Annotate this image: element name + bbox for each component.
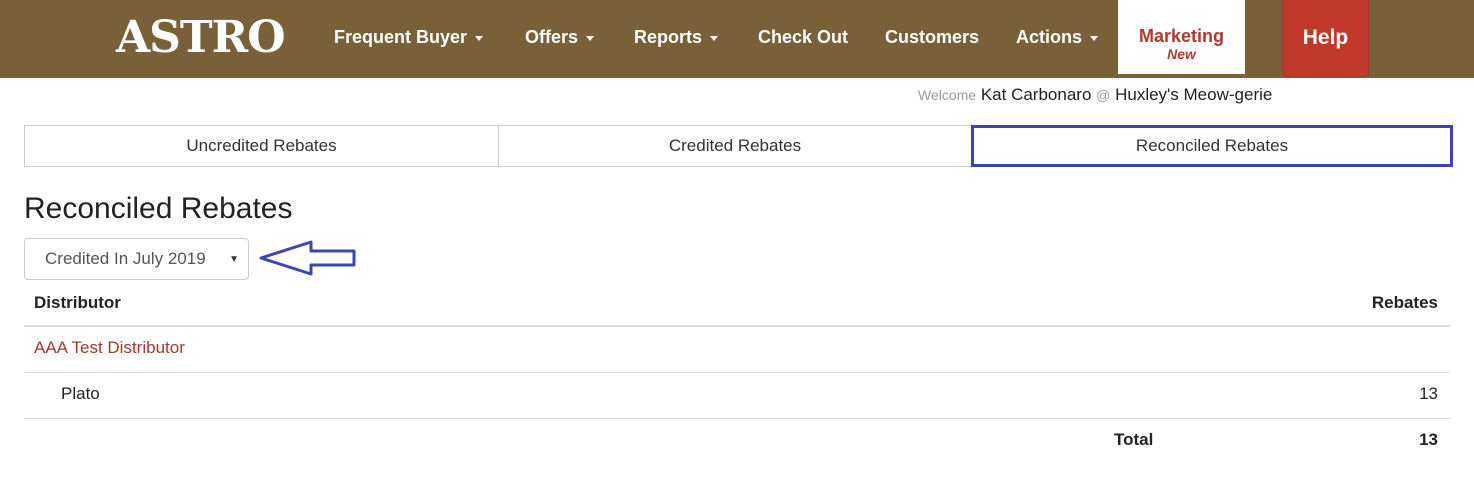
left-arrow-annotation-icon <box>259 240 356 276</box>
nav-reports[interactable]: Reports <box>634 26 719 48</box>
nav-frequent-buyer[interactable]: Frequent Buyer <box>334 26 484 48</box>
caret-down-icon <box>475 35 484 41</box>
distributor-link[interactable]: AAA Test Distributor <box>34 338 185 358</box>
header-divider <box>24 325 1450 327</box>
row-divider <box>24 418 1450 419</box>
total-label: Total <box>1114 430 1154 449</box>
nav-reports-label: Reports <box>634 27 703 47</box>
welcome-at: @ <box>1096 87 1111 103</box>
nav-frequent-buyer-label: Frequent Buyer <box>334 27 468 47</box>
nav-customers[interactable]: Customers <box>885 26 979 48</box>
tab-uncredited-rebates[interactable]: Uncredited Rebates <box>24 125 499 167</box>
caret-down-icon <box>586 35 595 41</box>
header-distributor: Distributor <box>34 293 121 312</box>
welcome-line: Welcome Kat Carbonaro @ Huxley's Meow-ge… <box>918 85 1272 105</box>
nav-offers[interactable]: Offers <box>525 26 595 48</box>
rebate-tabs: Uncredited Rebates Credited Rebates Reco… <box>24 125 1453 167</box>
credited-month-select[interactable]: Credited In July 2019 ▼ <box>24 238 249 280</box>
total-value: 13 <box>1419 430 1438 449</box>
tab-reconciled-rebates[interactable]: Reconciled Rebates <box>971 125 1453 167</box>
welcome-user: Kat Carbonaro <box>980 85 1092 104</box>
table-row-name: Plato <box>61 384 100 403</box>
astro-logo[interactable]: ASTRO <box>116 14 286 62</box>
nav-marketing[interactable]: Marketing New <box>1118 0 1245 74</box>
row-divider <box>24 372 1450 373</box>
nav-check-out[interactable]: Check Out <box>758 26 848 48</box>
nav-actions[interactable]: Actions <box>1016 26 1099 48</box>
caret-down-icon <box>1090 35 1099 41</box>
table-row-rebates: 13 <box>1419 384 1438 403</box>
tab-credited-rebates[interactable]: Credited Rebates <box>498 125 972 167</box>
nav-check-out-label: Check Out <box>758 27 849 47</box>
welcome-store: Huxley's Meow-gerie <box>1115 85 1273 104</box>
header-rebates: Rebates <box>1371 293 1438 312</box>
credited-month-value: Credited In July 2019 <box>45 249 206 268</box>
page-title: Reconciled Rebates <box>24 192 293 225</box>
top-navbar: ASTRO Frequent Buyer Offers Reports Chec… <box>0 0 1474 78</box>
help-button[interactable]: Help <box>1282 0 1369 77</box>
nav-customers-label: Customers <box>885 27 980 47</box>
nav-offers-label: Offers <box>525 27 579 47</box>
caret-down-icon <box>710 35 719 41</box>
nav-marketing-label: Marketing <box>1138 26 1225 46</box>
nav-actions-label: Actions <box>1016 27 1083 47</box>
nav-marketing-new-badge: New <box>1167 46 1196 62</box>
welcome-prefix: Welcome <box>918 87 977 103</box>
dropdown-arrow-icon: ▼ <box>229 254 239 265</box>
